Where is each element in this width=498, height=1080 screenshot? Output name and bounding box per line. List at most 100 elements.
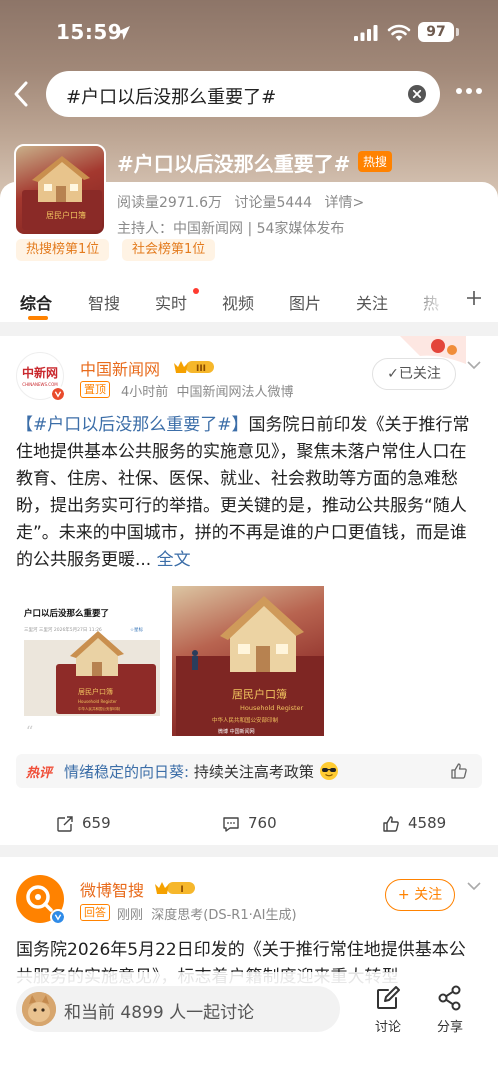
detail-link[interactable]: 详情>	[325, 195, 365, 211]
article-book-title: 居民户口簿	[78, 687, 113, 696]
post-time: 4小时前	[121, 385, 169, 400]
post-meta: 4小时前 中国新闻网法人微博	[121, 381, 294, 400]
register-book-title: 居民户口簿	[232, 687, 287, 701]
tab-following[interactable]: 关注	[356, 290, 388, 314]
post-time: 刚刚	[117, 908, 144, 923]
like-icon	[383, 816, 399, 832]
clear-icon[interactable]	[408, 85, 426, 103]
household-register-graphic: 居民户口簿 Household Register 中华人民共和国公安部印制 微博…	[176, 596, 324, 736]
tab-video[interactable]: 视频	[222, 290, 254, 314]
cat-avatar-graphic	[22, 992, 56, 1026]
ai-author-name[interactable]: 微博智搜	[80, 877, 144, 901]
realtime-notification-dot	[193, 288, 199, 294]
comment-like-icon[interactable]	[450, 762, 468, 780]
discuss-count: 讨论量5444	[234, 195, 313, 211]
level-text: I	[180, 885, 183, 895]
like-count: 4589	[408, 814, 447, 832]
post-image-article[interactable]: 户口以后没那么重要了 三里河 三里河 2026年5月27日 11:26 ☆星标 …	[18, 596, 166, 746]
repost-icon	[57, 816, 73, 832]
chevron-down-icon[interactable]	[466, 360, 482, 370]
post-hashtag[interactable]: 【#户口以后没那么重要了#】	[16, 415, 249, 435]
post-source: 中国新闻网法人微博	[176, 385, 294, 400]
topic-stats: 阅读量2971.6万 讨论量5444 详情>	[117, 192, 372, 212]
discuss-input[interactable]: 和当前 4899 人一起讨论	[16, 986, 340, 1032]
search-input[interactable]: #户口以后没那么重要了#	[46, 71, 440, 117]
article-screenshot-graphic: 户口以后没那么重要了 三里河 三里河 2026年5月27日 11:26 ☆星标 …	[18, 596, 166, 746]
rank-tag-society[interactable]: 社会榜第1位	[122, 239, 216, 261]
status-time: 15:59	[56, 20, 123, 44]
logo-text: 中新网	[22, 365, 58, 380]
topic-thumbnail: 居民户口簿	[14, 144, 106, 236]
search-query: #户口以后没那么重要了#	[66, 87, 277, 108]
article-star-tag: ☆星标	[130, 626, 144, 633]
discuss-label: 讨论	[374, 1020, 401, 1035]
wifi-icon	[387, 24, 411, 41]
topic-title: #户口以后没那么重要了#	[117, 152, 351, 176]
thumb-book-title: 居民户口簿	[46, 210, 86, 220]
vip-level-badge-icon: I	[155, 882, 195, 895]
post-card: 中新网 CHINANEWS.COM 中国新闻网 III 置顶 4小时前 中国新闻…	[0, 336, 498, 845]
hot-comment-text: 持续关注高考政策	[193, 763, 314, 781]
comment-icon	[223, 817, 239, 832]
verified-badge-icon	[50, 386, 66, 402]
hot-comment-content: 情绪稳定的向日葵: 持续关注高考政策	[64, 761, 339, 782]
location-arrow-icon	[116, 26, 130, 40]
pinned-tag: 置顶	[80, 381, 110, 398]
comment-count: 760	[248, 814, 277, 832]
user-avatar	[22, 992, 56, 1026]
topic-host: 主持人：中国新闻网 | 54家媒体发布	[117, 221, 345, 237]
tab-realtime[interactable]: 实时	[155, 290, 187, 314]
hot-comment-bar[interactable]: 热评 情绪稳定的向日葵: 持续关注高考政策	[16, 754, 482, 788]
post-source: 深度思考(DS-R1·AI生成)	[151, 908, 297, 923]
post-meta: 刚刚 深度思考(DS-R1·AI生成)	[117, 904, 297, 923]
discuss-button[interactable]: 讨论	[368, 984, 408, 1035]
followed-label: 已关注	[398, 366, 441, 382]
bottom-action-bar: 和当前 4899 人一起讨论 讨论 分享	[0, 972, 498, 1080]
battery-indicator: 97	[418, 22, 454, 42]
register-book-en: Household Register	[240, 704, 304, 712]
chevron-down-icon[interactable]	[466, 881, 482, 891]
status-bar: 15:59 97	[0, 0, 498, 60]
discuss-placeholder: 和当前 4899 人一起讨论	[64, 1003, 255, 1023]
hot-badge: 热搜	[358, 151, 393, 172]
tab-comprehensive[interactable]: 综合	[20, 290, 52, 314]
level-text: III	[196, 364, 206, 374]
post-image-household-register[interactable]: 居民户口簿 Household Register 中华人民共和国公安部印制 微博…	[172, 586, 324, 736]
house-on-passport-illustration: 居民户口簿	[22, 156, 102, 230]
more-icon[interactable]	[455, 86, 483, 96]
hot-comment-tag: 热评	[26, 766, 53, 781]
author-name[interactable]: 中国新闻网	[80, 356, 160, 380]
share-button[interactable]: 分享	[430, 984, 470, 1035]
follow-button[interactable]: + 关注	[385, 879, 455, 911]
edit-icon	[377, 986, 400, 1009]
read-count: 阅读量2971.6万	[117, 195, 222, 211]
tab-smart-search[interactable]: 智搜	[88, 290, 120, 314]
article-book-sub: 中华人民共和国公安部印制	[78, 706, 120, 711]
sunglasses-emoji-icon	[319, 762, 338, 780]
rank-tag-hot-search[interactable]: 热搜榜第1位	[16, 239, 110, 261]
active-tab-indicator	[28, 316, 48, 320]
tab-fade-overlay	[408, 282, 458, 318]
svg-text:“: “	[26, 724, 33, 740]
tab-images[interactable]: 图片	[289, 290, 321, 314]
repost-count: 659	[82, 814, 111, 832]
verified-badge-icon	[50, 909, 66, 925]
post-body-text: 国务院日前印发《关于推行常住地提供基本公共服务的实施意见》，聚焦未落户常住人口在…	[16, 415, 470, 570]
back-arrow-icon[interactable]	[10, 80, 34, 108]
image-watermark: 微博 中国新闻网	[218, 728, 255, 735]
hot-comment-user[interactable]: 情绪稳定的向日葵:	[64, 763, 189, 781]
article-book-en: Household Register	[78, 699, 117, 704]
followed-button[interactable]: ✓已关注	[372, 358, 456, 390]
signal-icon	[354, 25, 378, 41]
full-text-link[interactable]: 全文	[157, 550, 191, 570]
share-label: 分享	[436, 1020, 463, 1035]
add-tab-icon[interactable]	[466, 290, 482, 306]
share-icon	[438, 985, 461, 1011]
article-byline: 三里河 三里河 2026年5月27日 11:26	[24, 626, 102, 633]
vip-level-badge-icon: III	[174, 361, 214, 374]
post-body: 【#户口以后没那么重要了#】国务院日前印发《关于推行常住地提供基本公共服务的实施…	[16, 412, 482, 574]
article-headline: 户口以后没那么重要了	[23, 608, 109, 619]
battery-tip	[456, 28, 459, 36]
answer-tag: 回答	[80, 904, 110, 921]
register-book-sub: 中华人民共和国公安部印制	[212, 716, 279, 724]
